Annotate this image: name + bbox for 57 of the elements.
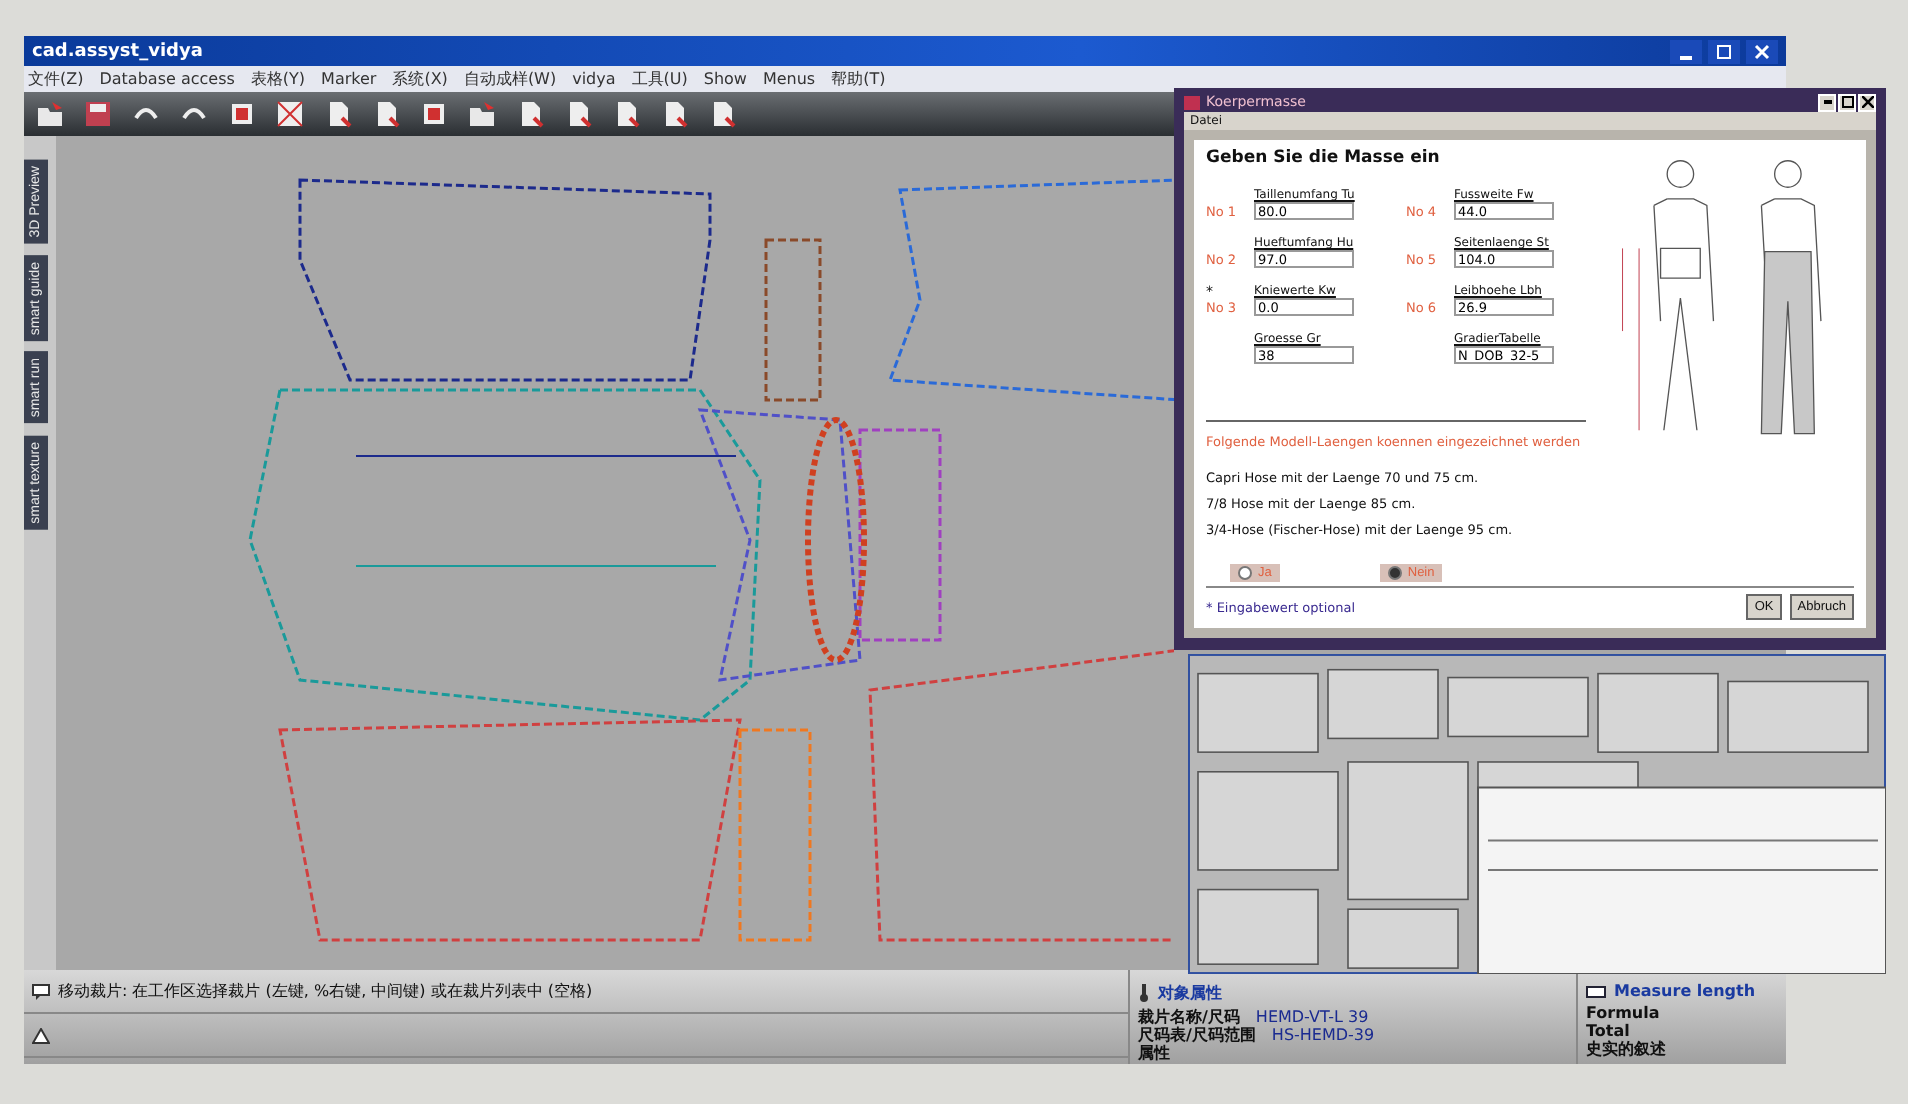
save-icon xyxy=(84,100,112,128)
menu-item[interactable]: vidya xyxy=(572,70,616,88)
maximize-icon xyxy=(1716,43,1732,59)
minimize-button[interactable] xyxy=(1818,93,1836,111)
form-heading: Geben Sie die Masse ein xyxy=(1206,148,1442,168)
measure-label: Total xyxy=(1586,1022,1630,1040)
menu-item[interactable]: Show xyxy=(703,70,747,88)
document-icon xyxy=(516,100,544,128)
document-icon xyxy=(660,100,688,128)
toolbar-button[interactable] xyxy=(464,96,500,132)
panel-title: Measure length xyxy=(1614,982,1756,1000)
property-label: 属性 xyxy=(1138,1044,1170,1062)
toolbar-button[interactable] xyxy=(272,96,308,132)
warning-icon xyxy=(32,1027,50,1043)
menu-item[interactable]: Menus xyxy=(762,70,816,88)
maximize-button[interactable] xyxy=(1708,39,1740,63)
window-title: cad.assyst_vidya xyxy=(32,41,205,61)
minimize-icon xyxy=(1823,100,1831,104)
close-icon xyxy=(1861,96,1873,108)
frame-icon xyxy=(420,100,448,128)
document-icon xyxy=(372,100,400,128)
toolbar-button[interactable] xyxy=(32,96,68,132)
close-icon xyxy=(1754,43,1770,59)
menu-item[interactable]: Database access xyxy=(99,70,235,88)
minimize-icon xyxy=(1680,55,1692,59)
menu-item[interactable]: Marker xyxy=(321,70,377,88)
folder-icon xyxy=(468,100,496,128)
thermometer-icon xyxy=(1138,984,1150,1002)
app-icon xyxy=(1184,95,1200,109)
property-value: HS-HEMD-39 xyxy=(1271,1026,1375,1044)
panel-title: 对象属性 xyxy=(1158,982,1222,1004)
document-icon xyxy=(564,100,592,128)
message-icon xyxy=(32,983,50,999)
menu-item[interactable]: 自动成样(W) xyxy=(463,68,557,90)
property-label: 尺码表/尺码范围 xyxy=(1138,1026,1256,1044)
grid-icon xyxy=(276,100,304,128)
property-value: HEMD-VT-L 39 xyxy=(1255,1008,1369,1026)
menu-item[interactable]: 帮助(T) xyxy=(831,68,886,90)
close-button[interactable] xyxy=(1746,39,1778,63)
menu-item[interactable]: 文件(Z) xyxy=(28,68,84,90)
measure-label: 史实的叙述 xyxy=(1586,1040,1666,1058)
toolbar-button[interactable] xyxy=(80,96,116,132)
menu-item[interactable]: 工具(U) xyxy=(631,68,688,90)
folder-icon xyxy=(36,100,64,128)
frame-icon xyxy=(228,100,256,128)
document-icon xyxy=(612,100,640,128)
maximize-button[interactable] xyxy=(1838,93,1856,111)
close-button[interactable] xyxy=(1858,93,1876,111)
maximize-icon xyxy=(1841,96,1853,108)
measure-label: Formula xyxy=(1586,1004,1660,1022)
document-icon xyxy=(324,100,352,128)
document-icon xyxy=(708,100,736,128)
minimize-button[interactable] xyxy=(1670,39,1702,63)
menu-item[interactable]: 系统(X) xyxy=(392,68,448,90)
menu-item[interactable]: 表格(Y) xyxy=(250,68,306,90)
status-message: 移动裁片: 在工作区选择裁片 (左键, %右键, 中间键) 或在裁片列表中 (空格) xyxy=(58,980,593,1002)
property-label: 裁片名称/尺码 xyxy=(1138,1008,1240,1026)
